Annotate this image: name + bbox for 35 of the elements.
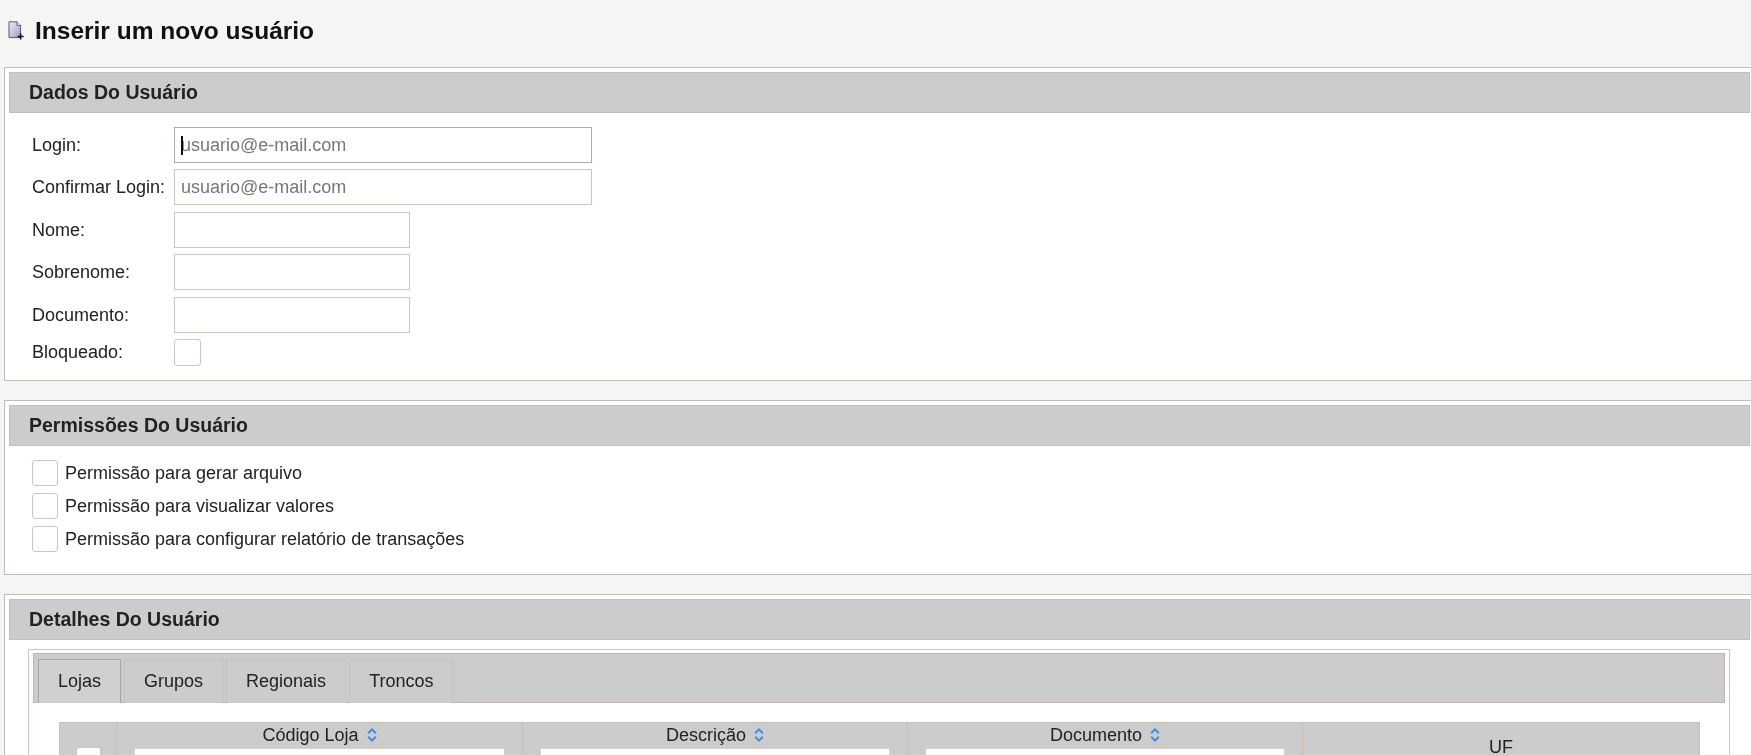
email-field[interactable]: usuario@e-mail.com [174,127,592,163]
sort-icon[interactable] [754,726,764,743]
section-header: Dados Do Usuário [9,72,1750,113]
permission-label: Permissão para configurar relatório de transações [65,527,465,550]
page-title: Inserir um novo usuário [35,15,315,46]
section-header: Detalhes Do Usuário [9,598,1750,640]
checkbox[interactable] [32,525,58,552]
text-cursor-icon [181,136,183,155]
checkbox[interactable] [174,338,201,366]
field-label: Confirmar Login: [32,176,167,199]
checkbox[interactable] [32,492,58,519]
sort-icon[interactable] [366,726,377,743]
column-title: Código Loja [262,724,359,745]
checkbox[interactable] [32,459,58,486]
field-label: Login: [32,134,83,156]
field-label: Nome: [32,218,86,241]
column-title: UF [1489,736,1513,755]
column-title: Descrição [666,724,746,745]
field-label: Bloqueado: [32,341,125,364]
field-label: Sobrenome: [32,261,132,284]
field-label: Documento: [32,303,131,326]
new-document-icon [8,21,24,40]
section-header: Permissões Do Usuário [9,404,1750,446]
text-field[interactable] [174,211,410,248]
permission-label: Permissão para gerar arquivo [65,461,303,484]
tab[interactable]: Regionais [226,658,347,703]
text-field[interactable] [174,296,410,333]
tab[interactable]: Troncos [349,658,454,703]
text-field[interactable] [174,254,410,291]
column-title: Documento [1049,724,1143,745]
permission-label: Permissão para visualizar valores [65,494,335,517]
sort-icon[interactable] [1150,726,1161,743]
email-field[interactable]: usuario@e-mail.com [174,169,592,206]
tab[interactable]: Grupos [124,658,224,703]
tab[interactable]: Lojas [38,658,122,703]
